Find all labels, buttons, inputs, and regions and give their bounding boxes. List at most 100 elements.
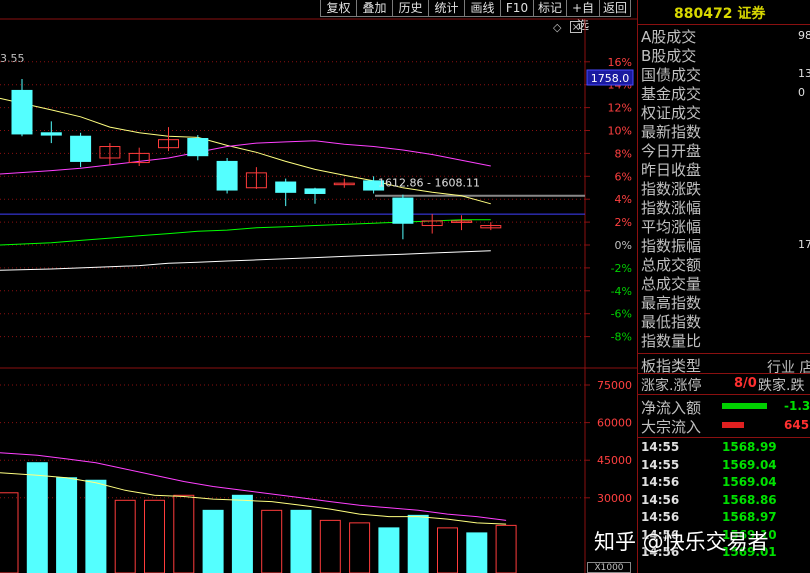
tick-time: 14:56 [641, 475, 680, 489]
stat-label: A股成交 [641, 28, 697, 46]
volume-tick-label: 75000 [597, 379, 632, 392]
down-count-label: 跌家.跌 [758, 378, 805, 394]
panel-divider [638, 353, 810, 354]
price-tag-text: 1758.0 [591, 72, 630, 85]
candle-body [187, 138, 209, 157]
block-inflow-bar [722, 422, 744, 428]
volume-bar [85, 479, 107, 573]
panel-divider [638, 24, 810, 25]
candlestick-chart[interactable]: 16%14%12%10%8%6%4%2%0%-2%-4%-6%-8%750006… [0, 0, 637, 573]
chart-grid [0, 61, 590, 499]
pct-tick-label: 4% [615, 193, 632, 206]
stat-label: 权证成交 [641, 104, 702, 122]
volume-bar [144, 499, 165, 573]
pct-tick-label: 2% [615, 216, 632, 229]
stat-label: 今日开盘 [641, 142, 702, 160]
stat-value: 0 [798, 86, 805, 99]
volume-bar [349, 522, 371, 573]
pct-tick-label: -4% [611, 285, 632, 298]
up-count-row: 涨家.涨停 [641, 375, 701, 395]
pct-tick-label: 12% [608, 102, 632, 115]
volume-bar [114, 499, 136, 573]
pct-tick-label: -8% [611, 331, 632, 344]
index-info-panel: 880472 证券 A股成交 98 B股成交 国债成交 13 基金成交 0 权证成交 最新指数今… [637, 0, 810, 573]
candle-body [11, 89, 33, 135]
stat-label: 最新指数 [641, 123, 702, 141]
volume-tick-label: 30000 [597, 492, 632, 505]
panel-header: 880472 证券 [638, 0, 810, 22]
candle-body [275, 181, 297, 193]
net-inflow-label: 净流入额 [641, 399, 702, 417]
stat-label: 指数涨跌 [641, 180, 702, 198]
block-inflow-label: 大宗流入 [641, 418, 702, 436]
pct-tick-label: -2% [611, 262, 632, 275]
volume-bar [26, 462, 48, 573]
volume-bar [290, 509, 312, 573]
tick-time: 14:55 [641, 457, 680, 472]
volume-bars [0, 452, 517, 573]
candle-body [40, 132, 62, 136]
tick-price: 1568.99 [722, 440, 777, 454]
stat-label: 昨日收盘 [641, 161, 702, 179]
axis-labels: 16%14%12%10%8%6%4%2%0%-2%-4%-6%-8%750006… [597, 56, 632, 505]
volume-tick-label: 45000 [597, 454, 632, 467]
block-inflow-value: 645 [784, 418, 810, 432]
candles [11, 78, 502, 240]
net-inflow-row: 净流入额 [641, 397, 701, 418]
panel-divider [638, 394, 810, 395]
moving-average-line [0, 219, 491, 246]
stat-label: 总成交量 [641, 275, 702, 293]
volume-bar [202, 509, 224, 573]
pct-tick-label: 8% [615, 147, 632, 160]
stat-label: 指数涨幅 [641, 199, 702, 217]
stat-label: 平均涨幅 [641, 218, 702, 236]
volume-bar [407, 514, 429, 573]
stat-label: 最高指数 [641, 294, 702, 312]
volume-bar [466, 532, 488, 573]
candle-body [216, 160, 238, 191]
net-inflow-value: -1.3 [784, 399, 810, 413]
volume-bar [56, 477, 78, 573]
annotations: 1758.0 1612.86 - 1608.11 [378, 69, 634, 190]
watermark-text: 知乎 @快乐交易者 [594, 530, 769, 554]
pct-tick-label: 6% [615, 170, 632, 183]
tick-price: 1569.04 [722, 475, 777, 489]
pct-tick-label: 16% [608, 56, 632, 69]
tick-time: 14:55 [641, 440, 680, 454]
stat-label: 指数量比 [641, 332, 702, 350]
stat-label: 指数振幅 [641, 237, 702, 255]
panel-divider [638, 373, 810, 374]
stat-value: 13 [798, 67, 810, 80]
tick-time: 14:56 [641, 492, 680, 507]
stat-label: 总成交额 [641, 256, 702, 274]
pct-tick-label: 0% [615, 239, 632, 252]
sector-type-value: 行业 店 [767, 360, 810, 376]
stat-label: 最低指数 [641, 313, 702, 331]
stat-label: 国债成交 [641, 66, 702, 84]
volume-unit-label: X1000 [587, 562, 631, 573]
volume-bar [495, 524, 517, 573]
candle-body [392, 197, 414, 224]
stat-value: 17. [798, 238, 810, 251]
volume-bar [261, 509, 283, 573]
range-label: 1612.86 - 1608.11 [378, 177, 480, 190]
pct-tick-label: -6% [611, 308, 632, 321]
volume-bar [437, 527, 458, 573]
block-inflow-row: 大宗流入 [641, 416, 701, 437]
tick-price: 1569.04 [722, 457, 777, 472]
volume-bar [173, 494, 195, 573]
net-inflow-bar [722, 403, 767, 409]
up-count-value: 8/0 [734, 376, 757, 391]
stat-label: B股成交 [641, 47, 697, 65]
tick-price: 1568.97 [722, 510, 777, 524]
volume-bar [231, 494, 253, 573]
up-count-label: 涨家.涨停 [641, 378, 702, 394]
volume-bar [378, 527, 400, 573]
volume-bar [0, 492, 19, 573]
index-code: 880472 证券 [674, 6, 766, 22]
stat-value: 98 [798, 29, 810, 42]
pct-tick-label: 10% [608, 125, 632, 138]
stock-chart-window: 复权 叠加 历史 统计 画线 F10 标记 +自选 返回 3.55 ◇ × 16… [0, 0, 810, 573]
candle-body [70, 135, 92, 162]
moving-average-line [0, 250, 491, 271]
